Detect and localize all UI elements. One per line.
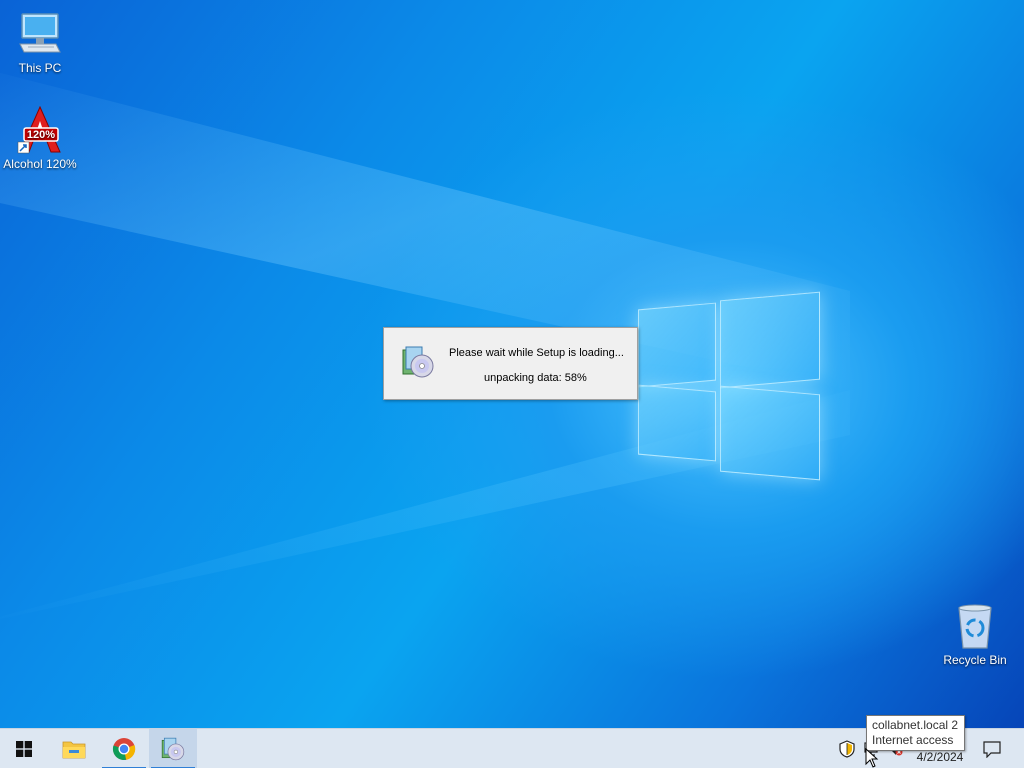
network-tooltip: collabnet.local 2 Internet access (866, 715, 965, 751)
start-button[interactable] (0, 729, 48, 768)
windows-start-icon (16, 741, 32, 757)
setup-progress-text: unpacking data: 58% (484, 372, 587, 384)
computer-icon (16, 10, 64, 58)
desktop-icon-label: Recycle Bin (943, 653, 1007, 667)
setup-message: Please wait while Setup is loading... (449, 347, 624, 359)
tooltip-network-name: collabnet.local 2 (872, 718, 959, 732)
taskbar-chrome[interactable] (100, 729, 148, 768)
desktop-icon-label: Alcohol 120% (3, 157, 77, 171)
action-center-button[interactable] (972, 729, 1012, 768)
tray-security[interactable] (836, 729, 858, 768)
taskbar-setup[interactable] (149, 729, 197, 768)
setup-disc-icon (161, 737, 185, 761)
tooltip-network-status: Internet access (872, 733, 954, 747)
setup-loading-dialog: Please wait while Setup is loading... un… (383, 327, 638, 400)
mouse-cursor-icon (865, 748, 879, 768)
notification-icon (983, 741, 1001, 758)
setup-disc-icon (400, 344, 436, 380)
folder-icon (62, 741, 86, 759)
alcohol-120-icon: 120% (16, 105, 64, 154)
windows-logo-wallpaper (636, 290, 822, 481)
recycle-bin-icon (951, 602, 999, 650)
security-shield-icon (839, 740, 855, 758)
desktop-icon-recycle-bin[interactable]: Recycle Bin (935, 602, 1015, 667)
taskbar-clock-date[interactable]: 4/2/2024 (905, 750, 975, 764)
taskbar-file-explorer[interactable] (50, 729, 98, 768)
desktop-icon-label: This PC (18, 61, 62, 75)
svg-text:120%: 120% (27, 129, 55, 141)
desktop-icon-this-pc[interactable]: This PC (0, 10, 80, 75)
chrome-icon (112, 738, 136, 760)
desktop-icon-alcohol-120[interactable]: 120% Alcohol 120% (0, 105, 80, 171)
